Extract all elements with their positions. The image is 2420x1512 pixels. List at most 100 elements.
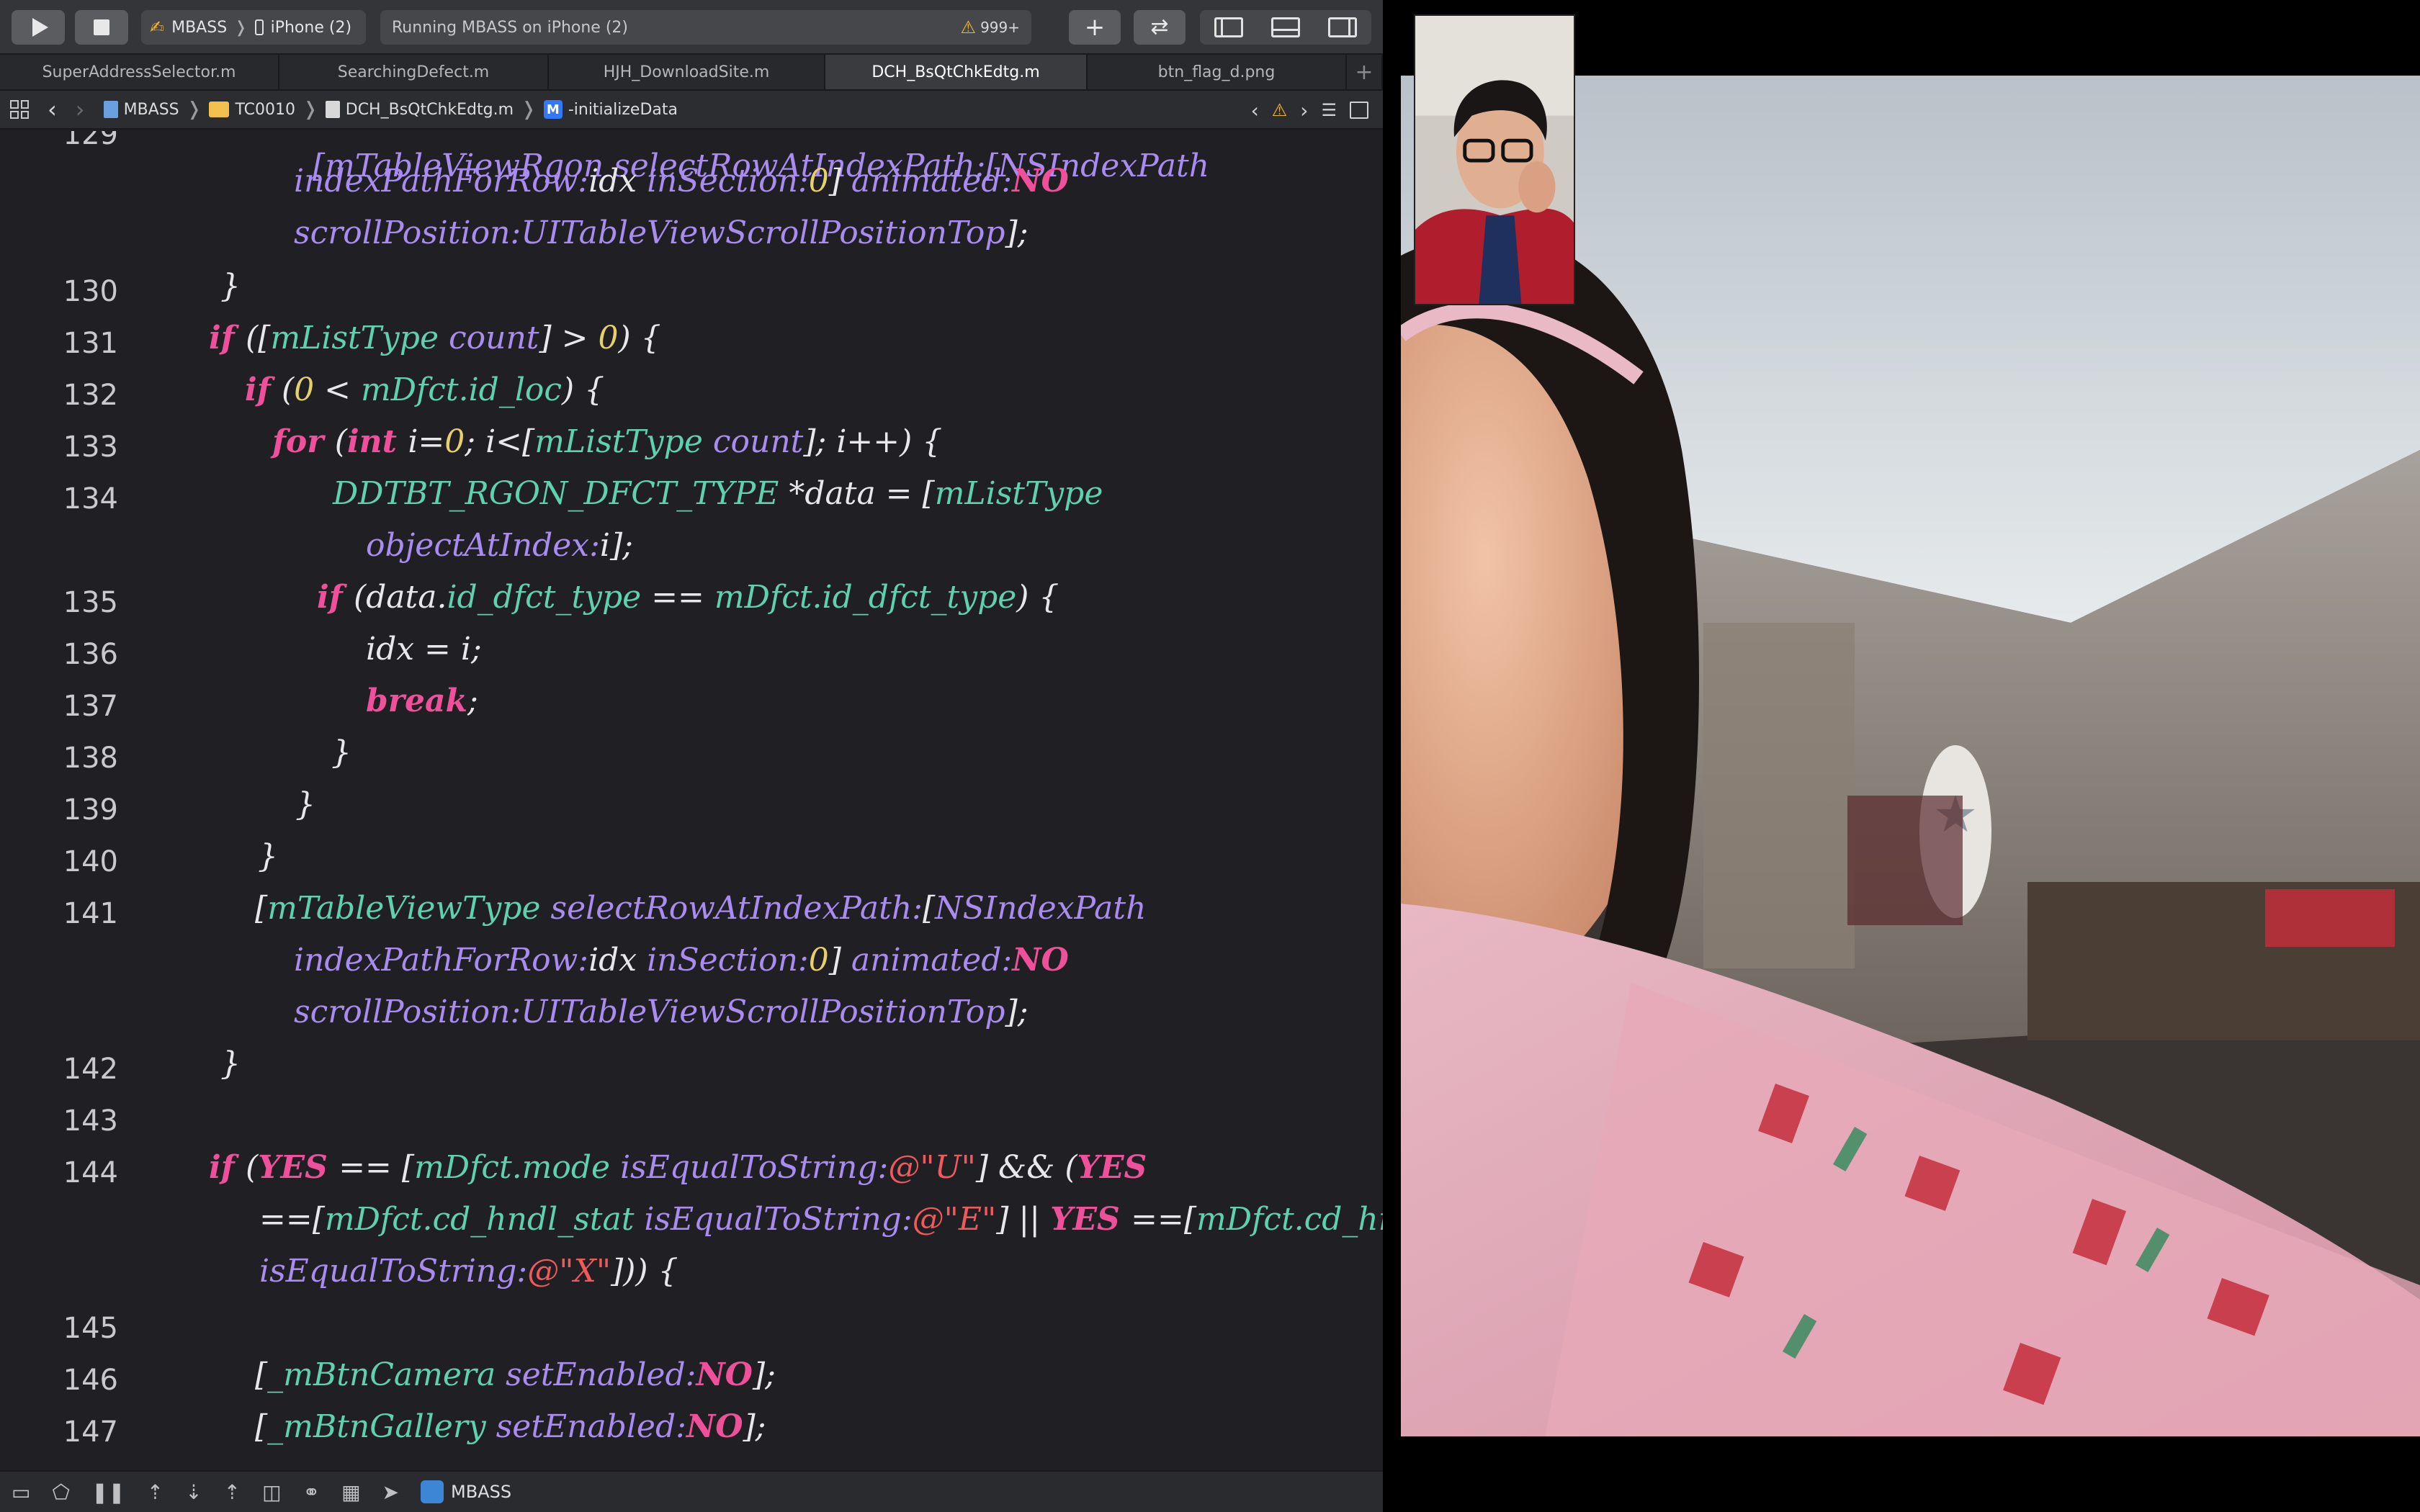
new-tab-button[interactable]: + <box>1347 55 1383 89</box>
line-number: 133 <box>63 431 118 464</box>
debug-target[interactable]: MBASS <box>421 1480 511 1503</box>
forward-arrow-icon[interactable]: › <box>76 96 85 123</box>
code-token: mDfct.mode <box>414 1149 621 1186</box>
line-number: 132 <box>63 379 118 412</box>
panel-toggles <box>1200 10 1371 45</box>
device-icon <box>254 19 264 35</box>
code-token: ) { <box>1016 579 1059 616</box>
editor-tab-bar: SuperAddressSelector.m SearchingDefect.m… <box>0 55 1383 91</box>
code-token: idx = i; <box>366 631 482 667</box>
memory-graph-icon[interactable]: ⚭ <box>303 1480 320 1504</box>
status-text: Running MBASS on iPhone (2) <box>392 18 629 37</box>
step-out-icon[interactable]: ⇡ <box>224 1480 241 1504</box>
back-arrow-icon[interactable]: ‹ <box>48 96 57 123</box>
source-editor[interactable]: 129 130 131 132 133 134 135 136 137 138 … <box>0 131 1383 1470</box>
chevron-right-icon: ❭ <box>521 99 537 120</box>
warning-icon[interactable]: ⚠ <box>1272 100 1288 120</box>
code-line: } <box>295 786 315 823</box>
code-token: count <box>448 320 539 356</box>
add-editor-icon[interactable] <box>1350 102 1368 119</box>
code-token: objectAtIndex: <box>366 527 600 564</box>
plus-icon: + <box>1355 59 1373 85</box>
swap-arrows-icon: ⇄ <box>1150 14 1169 40</box>
line-number: 143 <box>63 1104 118 1138</box>
run-button[interactable] <box>12 10 65 45</box>
code-line: if (0 < mDfct.id_loc) { <box>245 372 604 408</box>
code-token: idx <box>588 163 647 199</box>
stop-icon <box>94 19 109 35</box>
simulate-location-icon[interactable]: ➤ <box>382 1480 399 1504</box>
line-number: 147 <box>63 1416 118 1449</box>
code-token: ( <box>334 423 347 460</box>
jump-bar-controls: ‹ ⚠ › ☰ <box>1251 91 1368 130</box>
stop-button[interactable] <box>75 10 128 45</box>
code-token: ] > <box>539 320 599 356</box>
tab-btn-flag-d[interactable]: btn_flag_d.png <box>1088 55 1347 89</box>
inspector-toggle-icon[interactable] <box>1328 17 1358 37</box>
code-token: ] <box>828 163 851 199</box>
tab-searchingdefect[interactable]: SearchingDefect.m <box>279 55 549 89</box>
warning-badge[interactable]: ⚠ 999+ <box>961 17 1020 37</box>
line-number: 129 <box>63 131 118 151</box>
debug-area-toggle-icon[interactable] <box>1270 17 1300 37</box>
code-token: 0 <box>598 320 619 356</box>
breadcrumb-project[interactable]: MBASS <box>103 101 179 119</box>
breadcrumb-file[interactable]: DCH_BsQtChkEdtg.m <box>325 101 514 119</box>
tab-superaddressselector[interactable]: SuperAddressSelector.m <box>0 55 279 89</box>
tab-dch-bsqtchkedtg[interactable]: DCH_BsQtChkEdtg.m <box>825 55 1088 89</box>
hide-debug-area-icon[interactable]: ▭ <box>12 1480 30 1504</box>
code-token: id_dfct_type <box>447 579 652 616</box>
code-line: indexPathForRow:idx inSection:0] animate… <box>294 942 1069 978</box>
code-token: ]; i++) { <box>803 423 943 460</box>
code-line: objectAtIndex:i]; <box>366 527 633 564</box>
breakpoints-icon[interactable]: ⬠ <box>52 1480 69 1504</box>
curtain <box>1703 623 1855 968</box>
code-line: if (YES == [mDfct.mode isEqualToString:@… <box>209 1149 1147 1186</box>
code-line: if ([mListType count] > 0) { <box>209 320 661 356</box>
line-number: 135 <box>63 586 118 619</box>
method-icon: M <box>543 100 563 119</box>
line-number: 146 <box>63 1364 118 1397</box>
step-into-icon[interactable]: ⇣ <box>185 1480 202 1504</box>
next-issue-icon[interactable]: › <box>1300 99 1308 122</box>
view-hierarchy-icon[interactable]: ◫ <box>262 1480 281 1504</box>
app-icon <box>421 1480 444 1503</box>
code-token: } <box>220 268 241 305</box>
environment-overrides-icon[interactable]: ▦ <box>341 1480 360 1504</box>
chevron-right-icon: ❭ <box>302 99 318 120</box>
code-line: idx = i; <box>366 631 482 667</box>
tab-hjh-downloadsite[interactable]: HJH_DownloadSite.m <box>549 55 825 89</box>
warning-icon: ⚠ <box>960 17 977 37</box>
code-token: ]; <box>1005 215 1028 251</box>
previous-issue-icon[interactable]: ‹ <box>1251 99 1259 122</box>
code-token: mTableViewType <box>267 890 551 927</box>
code-token: ] && ( <box>975 1149 1077 1186</box>
code-line: } <box>220 1045 241 1082</box>
navigator-toggle-icon[interactable] <box>1214 17 1243 37</box>
video-call-window: ★ <box>1383 0 2420 1512</box>
related-items-icon[interactable] <box>10 100 29 119</box>
code-token: YES <box>258 1149 339 1186</box>
breadcrumb-folder[interactable]: TC0010 <box>209 101 295 119</box>
code-token: ==[ <box>1131 1201 1197 1238</box>
backpack <box>1847 796 1963 925</box>
editor-options-icon[interactable]: ☰ <box>1321 100 1337 120</box>
review-changes-button[interactable]: ⇄ <box>1134 10 1186 45</box>
line-number: 131 <box>63 327 118 360</box>
step-over-icon[interactable]: ⇡ <box>147 1480 163 1504</box>
line-number: 145 <box>63 1312 118 1345</box>
line-number: 142 <box>63 1053 118 1086</box>
library-button[interactable]: + <box>1069 10 1121 45</box>
code-token: 0 <box>294 372 325 408</box>
code-token: mListType <box>934 475 1103 512</box>
code-token: NSIndexPath <box>935 890 1147 927</box>
line-number: 137 <box>63 690 118 723</box>
code-token: mListType <box>270 320 449 356</box>
code-token: i= <box>408 423 445 460</box>
breadcrumb-method[interactable]: M -initializeData <box>543 100 678 119</box>
scheme-selector[interactable]: ✍ MBASS ❭ iPhone (2) <box>141 10 366 45</box>
pause-icon[interactable]: ❚❚ <box>91 1480 125 1504</box>
breadcrumb-method-label: -initializeData <box>568 100 678 119</box>
code-line: } <box>220 268 241 305</box>
code-token: } <box>331 734 351 771</box>
